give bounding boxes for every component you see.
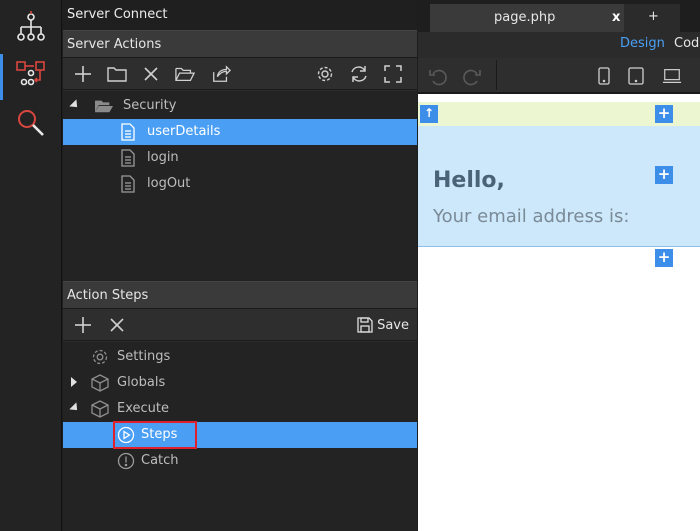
search-icon[interactable] (4, 102, 58, 144)
caret-down-icon[interactable] (69, 99, 81, 111)
cube-icon (91, 400, 109, 418)
step-label: Globals (117, 375, 166, 390)
undo-icon[interactable] (428, 66, 448, 86)
code-mode-tab[interactable]: Code (674, 36, 700, 51)
tree-file-login[interactable]: login (63, 145, 417, 171)
add-step-icon[interactable] (73, 315, 93, 335)
step-execute[interactable]: Execute (63, 396, 417, 422)
tree-label: login (147, 150, 179, 165)
design-view: page.php x + Design Code ↑ + (418, 0, 700, 531)
open-folder-icon[interactable] (175, 64, 195, 84)
caret-right-icon[interactable] (71, 377, 77, 387)
hero-text: Your email address is: (433, 206, 630, 227)
server-actions-title: Server Actions (67, 37, 162, 52)
save-button[interactable]: Save (357, 315, 409, 335)
alert-circle-icon (117, 452, 135, 470)
tree-label: logOut (147, 176, 191, 191)
new-tab-label: + (648, 9, 659, 24)
file-icon (119, 123, 137, 141)
step-catch[interactable]: Catch (63, 448, 417, 474)
server-connect-icon[interactable] (0, 52, 58, 100)
action-steps-toolbar: Save (63, 309, 417, 341)
delete-step-icon[interactable] (107, 315, 127, 335)
toolbar-divider (496, 60, 497, 90)
step-settings[interactable]: Settings (63, 344, 417, 370)
delete-icon[interactable] (141, 64, 161, 84)
floppy-disk-icon (357, 317, 373, 333)
file-icon (119, 149, 137, 167)
design-mode-tab[interactable]: Design (620, 36, 665, 51)
panel-title-bar: Server Connect (63, 0, 417, 30)
action-steps-tree: Settings Globals Execute Steps Catch (63, 342, 417, 531)
view-mode-bar: Design Code (418, 32, 700, 58)
new-tab-button[interactable]: + (624, 4, 680, 32)
tree-label: userDetails (147, 124, 221, 139)
step-globals[interactable]: Globals (63, 370, 417, 396)
new-folder-icon[interactable] (107, 64, 127, 84)
page-canvas: ↑ + + Hello, Your email address is: + (418, 94, 700, 531)
fullscreen-icon[interactable] (383, 64, 403, 84)
tree-label: Security (123, 98, 177, 113)
redo-icon[interactable] (462, 66, 482, 86)
tree-file-userdetails[interactable]: userDetails (63, 119, 417, 145)
cube-icon (91, 374, 109, 392)
file-icon (119, 175, 137, 193)
step-steps[interactable]: Steps (63, 422, 417, 448)
move-up-icon[interactable]: ↑ (420, 105, 438, 123)
laptop-icon[interactable] (662, 66, 682, 86)
close-tab-button[interactable]: x (612, 10, 620, 25)
editor-tab-bar: page.php x + (418, 0, 700, 32)
server-actions-header: Server Actions (63, 30, 417, 58)
tab-page-php[interactable]: page.php x (430, 4, 624, 32)
tab-label: page.php (494, 10, 556, 25)
folder-open-icon (95, 97, 113, 115)
action-steps-header: Action Steps (63, 281, 417, 309)
hero-section[interactable]: + Hello, Your email address is: (418, 126, 700, 247)
play-circle-icon (117, 426, 135, 444)
server-connect-panel: Server Connect Server Actions Security u… (63, 0, 417, 531)
hero-heading: Hello, (433, 168, 505, 193)
server-actions-toolbar (63, 58, 417, 90)
step-label: Settings (117, 349, 171, 364)
add-element-button[interactable]: + (655, 166, 673, 184)
step-label: Steps (141, 427, 178, 442)
step-label: Catch (141, 453, 179, 468)
page-top-strip: ↑ + (418, 102, 700, 126)
add-element-button[interactable]: + (655, 105, 673, 123)
tree-folder-security[interactable]: Security (63, 93, 417, 119)
refresh-icon[interactable] (349, 64, 369, 84)
add-icon[interactable] (73, 64, 93, 84)
sitemap-icon[interactable] (4, 6, 58, 48)
export-icon[interactable] (211, 64, 231, 84)
design-toolbar (418, 58, 700, 94)
caret-down-icon[interactable] (69, 402, 81, 414)
tree-file-logout[interactable]: logOut (63, 171, 417, 197)
tablet-icon[interactable] (626, 66, 646, 86)
icon-rail (0, 0, 62, 531)
panel-title: Server Connect (67, 7, 168, 22)
gear-icon (91, 348, 109, 366)
add-element-button[interactable]: + (655, 249, 673, 267)
settings-icon[interactable] (315, 64, 335, 84)
phone-icon[interactable] (594, 66, 614, 86)
save-label: Save (377, 317, 409, 333)
step-label: Execute (117, 401, 169, 416)
action-steps-title: Action Steps (67, 288, 149, 303)
server-actions-tree: Security userDetails login logOut (63, 91, 417, 281)
